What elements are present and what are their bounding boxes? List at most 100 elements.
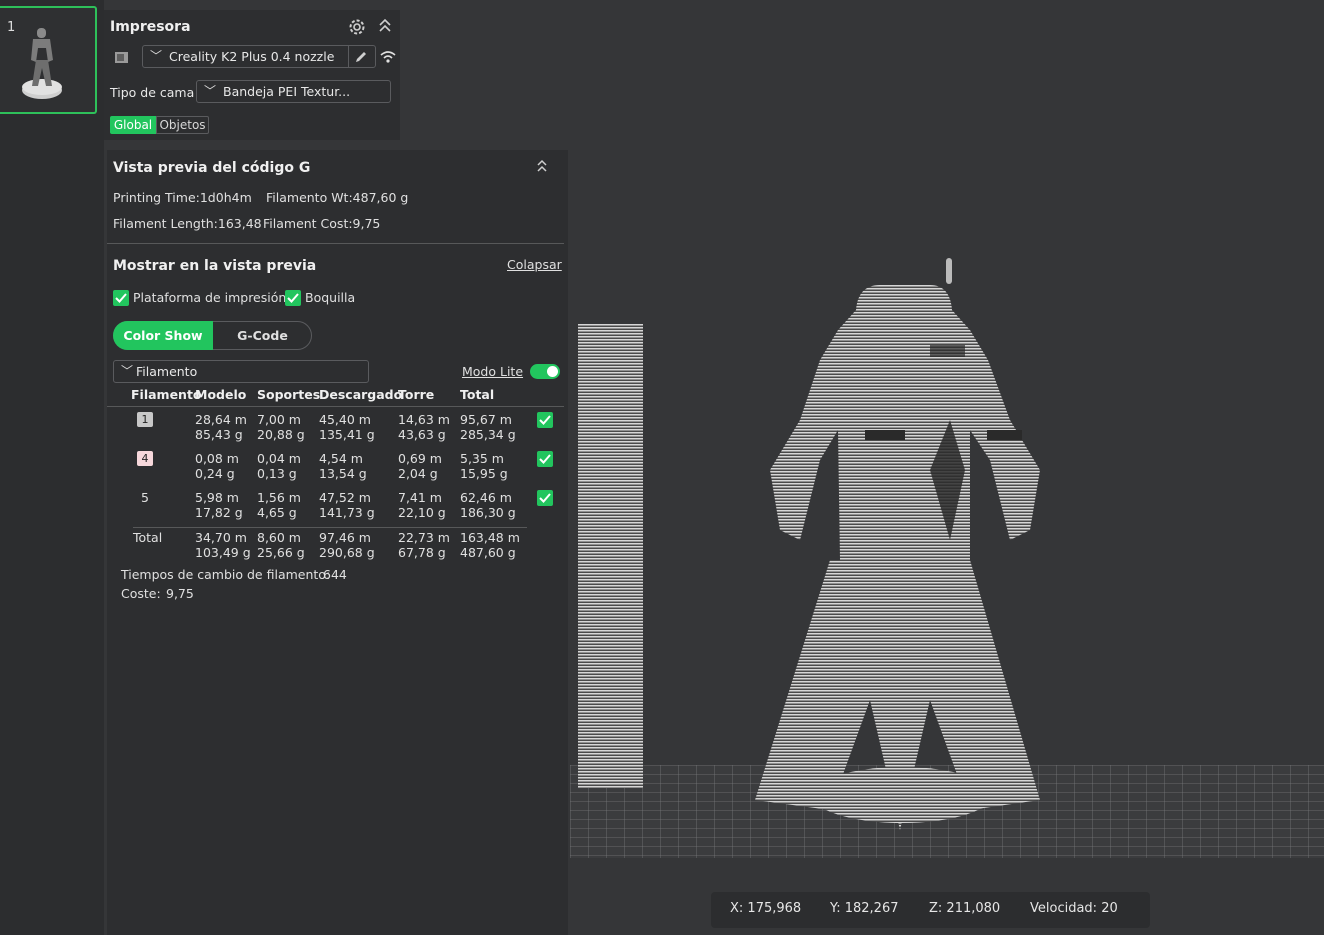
model-length: 28,64 m (195, 412, 247, 427)
collapse-up-icon[interactable] (536, 159, 548, 173)
flushed-weight: 135,41 g (319, 427, 375, 442)
supports-weight: 4,65 g (257, 505, 297, 520)
supports-weight: 0,13 g (257, 466, 297, 481)
wifi-icon[interactable] (380, 50, 396, 64)
flushed-length: 97,46 m (319, 530, 371, 545)
total-weight: 186,30 g (460, 505, 516, 520)
model-length: 34,70 m (195, 530, 247, 545)
bed-type-select[interactable]: ﹀ Bandeja PEI Textur... (196, 80, 391, 103)
tower-weight: 43,63 g (398, 427, 446, 442)
flushed-length: 4,54 m (319, 451, 363, 466)
filament-visible-checkbox[interactable] (537, 451, 553, 467)
filament-changes-label: Tiempos de cambio de filamento: (121, 567, 331, 582)
collapse-up-icon[interactable] (378, 18, 392, 34)
filament-cost: Filament Cost:9,75 (263, 216, 381, 231)
tab-global[interactable]: Global (110, 116, 156, 134)
bed-type-value: Bandeja PEI Textur... (223, 84, 351, 99)
flushed-weight: 141,73 g (319, 505, 375, 520)
filament-weight: Filamento Wt:487,60 g (266, 190, 409, 205)
tower-length: 7,41 m (398, 490, 442, 505)
col-tower: Torre (398, 387, 435, 402)
supports-weight: 20,88 g (257, 427, 305, 442)
printing-time: Printing Time:1d0h4m (113, 190, 252, 205)
x-coordinate: X: 175,968 (730, 901, 802, 916)
nozzle-checkbox[interactable] (285, 290, 301, 306)
model-weight: 85,43 g (195, 427, 243, 442)
model-supports (755, 560, 1040, 830)
edit-icon[interactable] (354, 50, 368, 64)
flushed-weight: 290,68 g (319, 545, 375, 560)
table-total-row: Total 34,70 m 103,49 g 8,60 m 25,66 g 97… (107, 530, 564, 566)
supports-length: 0,04 m (257, 451, 301, 466)
tower-weight: 2,04 g (398, 466, 438, 481)
table-row: 5 5,98 m 17,82 g 1,56 m 4,65 g 47,52 m 1… (107, 490, 564, 526)
lite-mode-label: Modo Lite (462, 364, 524, 379)
divider (107, 243, 564, 244)
lite-mode-toggle[interactable] (530, 364, 560, 379)
filament-visible-checkbox[interactable] (537, 412, 553, 428)
model-weight: 17,82 g (195, 505, 243, 520)
platform-label: Plataforma de impresión (133, 290, 287, 305)
col-filament: Filamento (131, 387, 202, 402)
table-row: 4 0,08 m 0,24 g 0,04 m 0,13 g 4,54 m 13,… (107, 451, 564, 487)
gcode-preview-title: Vista previa del código G (113, 160, 311, 176)
view-type-select[interactable]: ﹀ Filamento (113, 360, 369, 383)
filament-visible-checkbox[interactable] (537, 490, 553, 506)
cost-value: 9,75 (166, 586, 194, 601)
tower-length: 22,73 m (398, 530, 450, 545)
filament-id: 5 (141, 490, 149, 505)
supports-weight: 25,66 g (257, 545, 305, 560)
speed-value: Velocidad: 20 (1030, 901, 1118, 916)
gcode-preview-panel: Vista previa del código G Printing Time:… (107, 150, 568, 935)
flushed-length: 45,40 m (319, 412, 371, 427)
wipe-tower (578, 324, 643, 788)
tower-weight: 22,10 g (398, 505, 446, 520)
model-weight: 103,49 g (195, 545, 251, 560)
color-show-button[interactable]: Color Show (113, 321, 213, 350)
supports-length: 1,56 m (257, 490, 301, 505)
total-length: 5,35 m (460, 451, 504, 466)
printer-title: Impresora (110, 19, 191, 35)
gear-icon[interactable] (347, 17, 367, 37)
col-model: Modelo (195, 387, 247, 402)
z-coordinate: Z: 211,080 (929, 901, 1001, 916)
show-preview-title: Mostrar en la vista previa (113, 258, 317, 274)
gcode-button[interactable]: G-Code (213, 321, 312, 350)
chevron-down-icon: ﹀ (150, 49, 163, 63)
total-length: 163,48 m (460, 530, 520, 545)
col-flushed: Descargado (319, 387, 403, 402)
view-type-value: Filamento (136, 364, 198, 379)
chevron-down-icon: ﹀ (204, 84, 217, 98)
supports-length: 8,60 m (257, 530, 301, 545)
flushed-length: 47,52 m (319, 490, 371, 505)
filament-length: Filament Length:163,48 m (113, 216, 265, 231)
flushed-weight: 13,54 g (319, 466, 367, 481)
tower-length: 14,63 m (398, 412, 450, 427)
total-label: Total (133, 530, 163, 545)
model-weight: 0,24 g (195, 466, 235, 481)
col-total: Total (460, 387, 495, 402)
table-row: 1 28,64 m 85,43 g 7,00 m 20,88 g 45,40 m… (107, 412, 564, 448)
coordinates-status-bar: X: 175,968 Y: 182,267 Z: 211,080 Velocid… (711, 892, 1150, 928)
y-coordinate: Y: 182,267 (830, 901, 899, 916)
total-weight: 285,34 g (460, 427, 516, 442)
filament-changes-value: 644 (323, 567, 347, 582)
model-length: 5,98 m (195, 490, 239, 505)
supports-length: 7,00 m (257, 412, 301, 427)
divider (133, 527, 527, 528)
total-weight: 487,60 g (460, 545, 516, 560)
printer-select-value: Creality K2 Plus 0.4 nozzle (169, 49, 335, 64)
collapse-link[interactable]: Colapsar (507, 257, 562, 272)
tab-objects[interactable]: Objetos (156, 116, 209, 134)
tower-length: 0,69 m (398, 451, 442, 466)
3d-preview-viewport[interactable] (570, 0, 1324, 935)
platform-checkbox[interactable] (113, 290, 129, 306)
divider (107, 406, 564, 407)
nozzle-icon (946, 258, 952, 284)
cost-label: Coste: (121, 586, 161, 601)
tower-weight: 67,78 g (398, 545, 446, 560)
printer-select[interactable]: ﹀ Creality K2 Plus 0.4 nozzle (142, 45, 376, 68)
printer-icon (115, 52, 128, 63)
chevron-down-icon: ﹀ (121, 364, 134, 378)
filament-swatch: 1 (137, 412, 153, 427)
